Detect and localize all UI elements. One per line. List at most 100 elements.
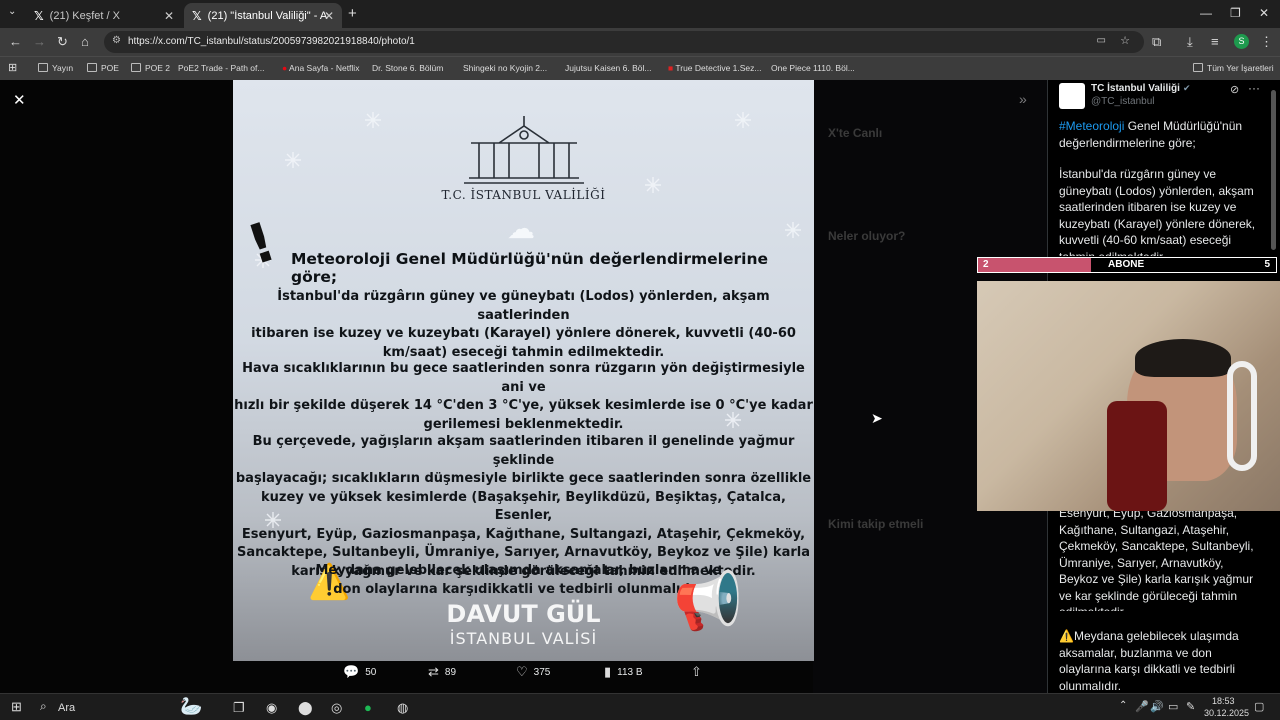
tab-search-icon[interactable]: ⌄ xyxy=(8,6,16,17)
webcam-chair xyxy=(1107,401,1167,511)
pen-icon[interactable]: ✎ xyxy=(1186,700,1195,713)
paragraph-2: Hava sıcaklıklarının bu gece saatlerinde… xyxy=(234,361,813,432)
tweet-panel-scrollbar[interactable] xyxy=(1271,90,1276,250)
cloud-icon: ☁ xyxy=(507,213,535,244)
network-icon[interactable]: ▭ xyxy=(1168,700,1178,713)
bookmark-poe2[interactable]: POE 2 xyxy=(131,63,170,73)
signature-title: İSTANBUL VALİSİ xyxy=(449,629,598,648)
trends-heading: Neler oluyor? xyxy=(828,229,906,243)
folder-icon xyxy=(1193,63,1203,72)
forward-icon[interactable]: → xyxy=(33,34,46,49)
hashtag-link[interactable]: #Meteoroloji xyxy=(1059,119,1124,133)
bookmarks-bar: ⊞ Yayın POE POE 2 PoE2 Trade - Path of..… xyxy=(0,56,1280,80)
clock-time[interactable]: 18:53 xyxy=(1212,696,1235,706)
close-viewer-icon[interactable]: ✕ xyxy=(13,91,26,109)
download-icon[interactable]: ⤓ xyxy=(1187,34,1193,50)
task-view-icon[interactable]: ❐ xyxy=(233,700,245,716)
heart-icon: ♡ xyxy=(516,664,528,679)
menu-icon[interactable]: ⋮ xyxy=(1260,34,1273,50)
reload-icon[interactable]: ↻ xyxy=(57,34,68,50)
profile-avatar[interactable]: S xyxy=(1234,34,1249,49)
all-bookmarks[interactable]: Tüm Yer İşaretleri xyxy=(1193,63,1274,73)
notifications-icon[interactable]: ▢ xyxy=(1254,700,1264,713)
bookmark-poe[interactable]: POE xyxy=(87,63,119,73)
share-button[interactable]: ⇧ xyxy=(691,664,708,680)
new-tab-button[interactable]: + xyxy=(348,5,357,22)
webcam-headset xyxy=(1227,361,1257,471)
institution-name: T.C. İSTANBUL VALİLİĞİ xyxy=(441,188,606,202)
url-text: https://x.com/TC_istanbul/status/2005973… xyxy=(128,36,415,47)
site-info-icon[interactable]: ⚙ xyxy=(112,35,121,46)
repost-icon: ⇄ xyxy=(428,664,439,679)
widgets-icon[interactable]: 🦢 xyxy=(180,696,202,717)
windows-taskbar: ⊞ ⌕ Ara 🦢 ❐ ◉ ⬤ ◎ ● ◍ ⌃ 🎤 ▭ 🔊 ✎ 18:53 30… xyxy=(0,693,1280,720)
views-button[interactable]: ▮ 113 B xyxy=(604,664,643,680)
cast-icon[interactable]: ▭ xyxy=(1097,35,1106,46)
author-avatar[interactable] xyxy=(1059,83,1085,109)
bookmark-yayin[interactable]: Yayın xyxy=(38,63,73,73)
browser-toolbar: ← → ↻ ⌂ ⚙ https://x.com/TC_istanbul/stat… xyxy=(0,28,1280,56)
folder-icon xyxy=(131,63,141,72)
restore-button[interactable]: ❐ xyxy=(1230,6,1241,20)
tab-label: (21) Keşfet / X xyxy=(49,9,120,22)
close-window-button[interactable]: ✕ xyxy=(1259,6,1269,20)
bookmark-shingeki[interactable]: Shingeki no Kyojin 2... xyxy=(463,63,547,73)
spotify-icon[interactable]: ● xyxy=(364,700,372,715)
volume-icon[interactable]: 🔊 xyxy=(1150,700,1164,713)
grok-icon[interactable]: ⊘ xyxy=(1230,83,1239,96)
microphone-icon[interactable]: 🎤 xyxy=(1135,700,1149,713)
bookmark-true-detective[interactable]: ■ True Detective 1.Sez... xyxy=(668,63,762,73)
bookmark-one-piece[interactable]: One Piece 1110. Böl... xyxy=(771,63,855,73)
webcam-hair xyxy=(1135,339,1231,377)
mouse-cursor-icon: ➤ xyxy=(871,410,883,426)
search-icon[interactable]: ⌕ xyxy=(40,699,47,714)
tab-kesfet[interactable]: 𝕏 (21) Keşfet / X ✕ xyxy=(26,3,182,28)
like-button[interactable]: ♡ 375 xyxy=(516,664,550,680)
bookmark-poe2-trade[interactable]: PoE2 Trade - Path of... xyxy=(178,63,264,73)
steam-icon[interactable]: ⬤ xyxy=(298,700,313,716)
folder-icon xyxy=(87,63,97,72)
start-icon[interactable]: ⊞ xyxy=(11,699,22,715)
views-icon: ▮ xyxy=(604,664,612,679)
reply-button[interactable]: 💬 50 xyxy=(343,664,376,680)
clock-date[interactable]: 30.12.2025 xyxy=(1204,708,1249,718)
address-bar[interactable]: ⚙ https://x.com/TC_istanbul/status/20059… xyxy=(104,31,1144,53)
tray-chevron-icon[interactable]: ⌃ xyxy=(1119,700,1127,711)
reply-icon: 💬 xyxy=(343,664,360,679)
tweet-paragraph-3: Esenyurt, Eyüp, Gaziosmanpaşa, Kağıthane… xyxy=(1059,506,1254,611)
bookmark-jujutsu[interactable]: Jujutsu Kaisen 6. Böl... xyxy=(565,63,651,73)
paragraph-3: Bu çerçevede, yağışların akşam saatlerin… xyxy=(235,434,812,579)
verified-badge-icon: ✔ xyxy=(1183,83,1191,93)
tweet-paragraph-4: ⚠️Meydana gelebilecek ulaşımda aksamalar… xyxy=(1059,629,1239,693)
tab-arama[interactable]: 𝕏 (21) "İstanbul Valiliği" - Arama / ✕ xyxy=(184,3,342,28)
abone-right-count: 5 xyxy=(1264,259,1270,270)
who-to-follow-heading: Kimi takip etmeli xyxy=(828,517,924,531)
photo-heading: Meteoroloji Genel Müdürlüğü'nün değerlen… xyxy=(291,250,768,286)
tweet-photo: T.C. İSTANBUL VALİLİĞİ ☁ ! Meteoroloji G… xyxy=(233,80,814,661)
obs-icon[interactable]: ◍ xyxy=(397,700,408,716)
tweet-intro: #Meteoroloji Genel Müdürlüğü'nün değerle… xyxy=(1059,119,1243,150)
close-tab-icon[interactable]: ✕ xyxy=(324,9,334,23)
bookmark-star-icon[interactable]: ☆ xyxy=(1120,34,1130,47)
x-logo-icon: 𝕏 xyxy=(192,8,202,23)
home-icon[interactable]: ⌂ xyxy=(81,34,89,49)
minimize-button[interactable]: — xyxy=(1200,6,1212,20)
media-icon[interactable]: ≡ xyxy=(1211,34,1219,49)
more-options-icon[interactable]: ··· xyxy=(1248,81,1260,95)
x-logo-icon: 𝕏 xyxy=(34,8,44,23)
bookmark-dr-stone[interactable]: Dr. Stone 6. Bölüm xyxy=(372,63,443,73)
apps-grid-icon[interactable]: ⊞ xyxy=(8,61,17,74)
taskbar-search-label[interactable]: Ara xyxy=(58,702,75,714)
chrome-icon[interactable]: ◎ xyxy=(331,700,342,716)
paragraph-1: İstanbul'da rüzgârın güney ve güneybatı … xyxy=(251,289,796,360)
close-tab-icon[interactable]: ✕ xyxy=(164,9,174,23)
signature-name: DAVUT GÜL xyxy=(446,600,601,628)
bookmark-netflix[interactable]: ● Ana Sayfa - Netflix xyxy=(282,63,359,73)
author-name[interactable]: TC İstanbul Valiliği xyxy=(1091,83,1180,94)
discord-icon[interactable]: ◉ xyxy=(266,700,277,716)
abone-overlay: 2 ABONE 5 xyxy=(977,257,1277,273)
repost-button[interactable]: ⇄ 89 xyxy=(428,664,456,680)
extensions-icon[interactable]: ⧉ xyxy=(1152,34,1161,50)
author-handle[interactable]: @TC_istanbul xyxy=(1091,96,1155,107)
back-icon[interactable]: ← xyxy=(9,34,22,49)
